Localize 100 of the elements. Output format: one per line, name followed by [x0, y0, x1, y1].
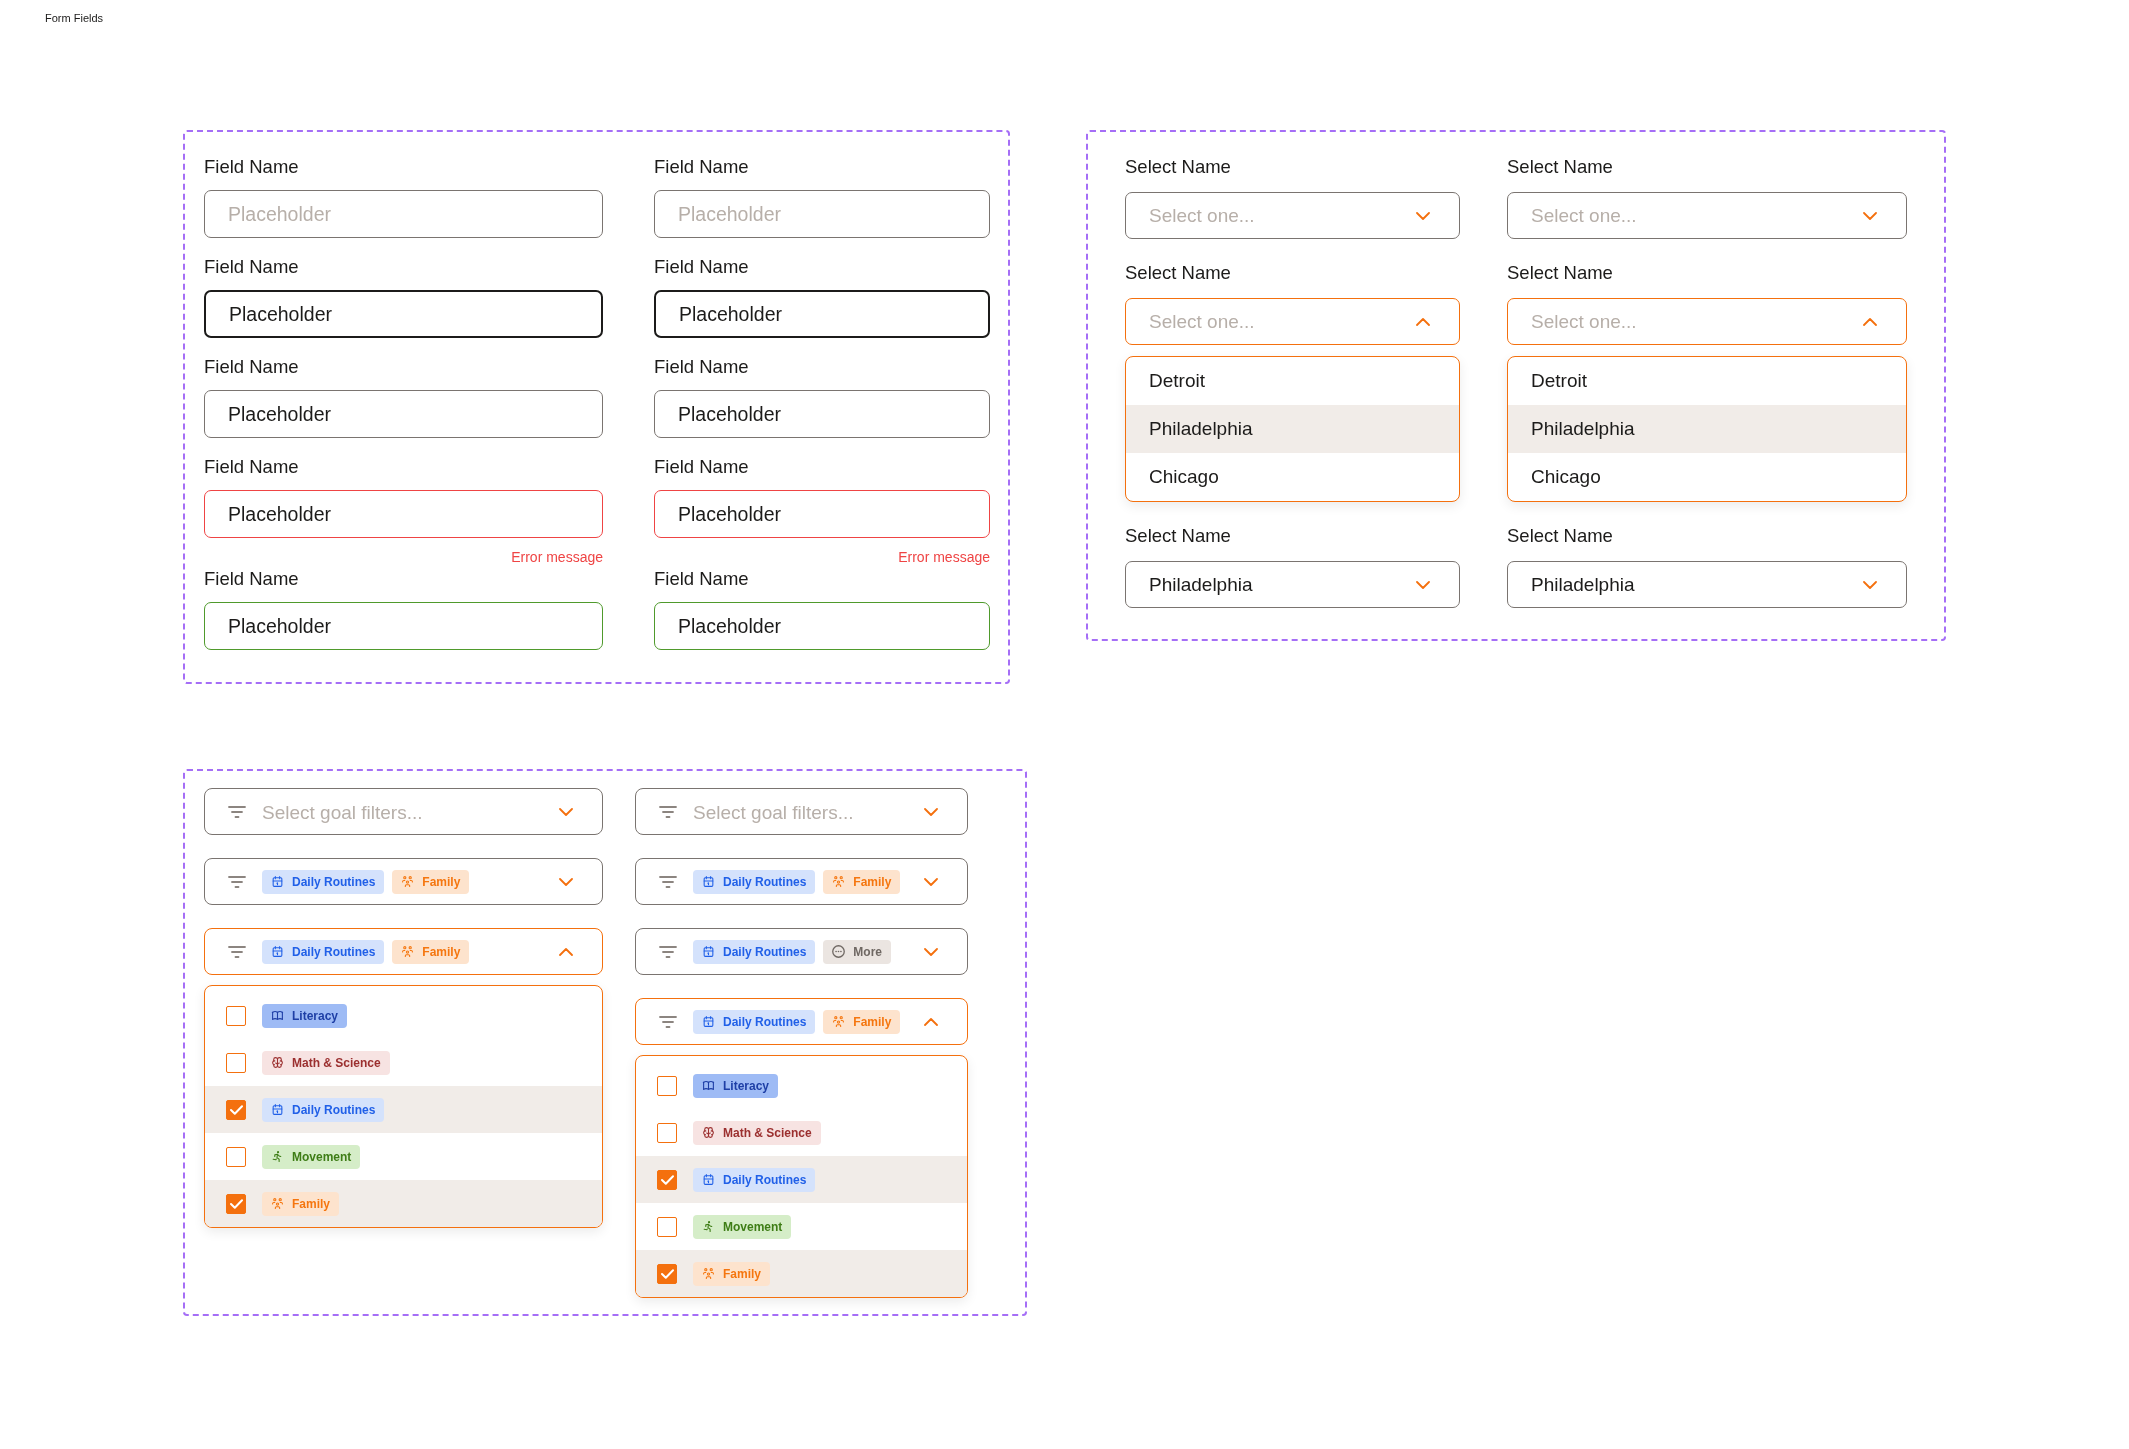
page-title: Form Fields — [45, 11, 104, 25]
filter-select[interactable]: Daily Routines More — [635, 928, 968, 975]
checkbox[interactable] — [226, 1193, 246, 1214]
field-label: Field Name — [204, 155, 299, 179]
check-icon — [229, 1104, 243, 1115]
highlighted-row[interactable]: Daily Routines — [636, 1156, 967, 1203]
people-group-icon — [832, 1015, 846, 1028]
select-field[interactable]: Philadelphia — [1125, 561, 1460, 608]
open-book-icon — [271, 1009, 284, 1022]
filter-icon — [659, 805, 677, 818]
dropdown-option[interactable]: Detroit — [1508, 357, 1906, 405]
dots-circle-icon — [832, 945, 846, 958]
tag-label: Math & Science — [723, 1125, 812, 1140]
text-input[interactable]: Placeholder — [654, 602, 990, 650]
checkbox[interactable] — [226, 1052, 246, 1073]
checkbox[interactable] — [657, 1263, 677, 1284]
dropdown-option[interactable]: Chicago — [1508, 453, 1906, 501]
checkbox[interactable] — [226, 1099, 246, 1120]
text-input[interactable]: Placeholder — [204, 390, 603, 438]
calendar-icon — [271, 945, 284, 958]
text-input[interactable]: Placeholder — [204, 190, 603, 238]
brain-icon — [702, 1126, 715, 1139]
select-label: Select Name — [1125, 155, 1231, 179]
people-group-icon — [702, 1267, 715, 1280]
filter-select[interactable]: Daily Routines Family — [204, 858, 603, 905]
filter-icon — [228, 805, 246, 818]
text-input[interactable]: Placeholder — [654, 390, 990, 438]
select-label: Select Name — [1125, 261, 1231, 285]
filter-icon — [228, 875, 246, 888]
calendar-icon — [702, 945, 715, 958]
text-input[interactable]: Placeholder — [204, 602, 603, 650]
field-label: Field Name — [204, 567, 299, 591]
checkbox[interactable] — [657, 1216, 677, 1237]
text-input[interactable]: Placeholder — [204, 490, 603, 538]
tag-label: Daily Routines — [723, 1172, 807, 1187]
dropdown-option[interactable]: Chicago — [1126, 453, 1459, 501]
chevron-down-icon — [559, 877, 573, 886]
open-book-icon — [702, 1079, 715, 1092]
field-label: Field Name — [654, 155, 749, 179]
running-person-icon — [702, 1220, 715, 1233]
field-label: Field Name — [204, 455, 299, 479]
chevron-down-icon — [1416, 211, 1430, 220]
filter-icon — [659, 945, 677, 958]
check-icon — [660, 1174, 674, 1185]
calendar-icon — [702, 1015, 715, 1028]
tag-label: More — [853, 944, 883, 959]
filter-select[interactable]: Daily Routines Family — [635, 858, 968, 905]
error-message: Error message — [898, 548, 990, 566]
check-icon — [660, 1268, 674, 1279]
chevron-down-icon — [1863, 580, 1877, 589]
text-input[interactable]: Placeholder — [204, 290, 603, 338]
dropdown-option[interactable]: Philadelphia — [1508, 405, 1906, 453]
filter-select[interactable]: Daily Routines Family — [635, 998, 968, 1045]
field-label: Field Name — [654, 255, 749, 279]
calendar-icon — [702, 1173, 715, 1186]
select-label: Select Name — [1125, 524, 1231, 548]
highlighted-row[interactable]: Daily Routines — [205, 1086, 602, 1133]
tag-label: Daily Routines — [723, 944, 807, 959]
tag-label: Daily Routines — [292, 1102, 376, 1117]
tag-label: Family — [422, 944, 461, 959]
checkbox[interactable] — [226, 1005, 246, 1026]
calendar-icon — [271, 875, 284, 888]
chevron-up-icon — [559, 947, 573, 956]
dropdown-option[interactable]: Detroit — [1126, 357, 1459, 405]
tag-label: Family — [853, 1014, 892, 1029]
chevron-up-icon — [1863, 317, 1877, 326]
tag-label: Daily Routines — [723, 1014, 807, 1029]
tag-label: Family — [422, 874, 461, 889]
dropdown-option[interactable]: Philadelphia — [1126, 405, 1459, 453]
select-label: Select Name — [1507, 155, 1613, 179]
text-input[interactable]: Placeholder — [654, 290, 990, 338]
tag-label: Daily Routines — [723, 874, 807, 889]
text-input[interactable]: Placeholder — [654, 490, 990, 538]
tag-label: Literacy — [292, 1008, 339, 1023]
brain-icon — [271, 1056, 284, 1069]
chevron-down-icon — [924, 947, 938, 956]
checkbox[interactable] — [226, 1146, 246, 1167]
tag-label: Family — [723, 1266, 761, 1281]
filter-icon — [659, 875, 677, 888]
tag-label: Family — [292, 1196, 330, 1211]
chevron-down-icon — [559, 807, 573, 816]
people-group-icon — [832, 875, 846, 888]
filter-icon — [659, 1015, 677, 1028]
field-label: Field Name — [654, 355, 749, 379]
checkbox[interactable] — [657, 1075, 677, 1096]
checkbox[interactable] — [657, 1122, 677, 1143]
chevron-down-icon — [1863, 211, 1877, 220]
people-group-icon — [401, 875, 415, 888]
calendar-icon — [271, 1103, 284, 1116]
filter-icon — [228, 945, 246, 958]
field-label: Field Name — [204, 355, 299, 379]
checkbox[interactable] — [657, 1169, 677, 1190]
select-label: Select Name — [1507, 524, 1613, 548]
people-group-icon — [271, 1197, 284, 1210]
text-input[interactable]: Placeholder — [654, 190, 990, 238]
select-field[interactable]: Philadelphia — [1507, 561, 1907, 608]
chevron-down-icon — [924, 807, 938, 816]
chevron-down-icon — [924, 877, 938, 886]
filter-select[interactable]: Daily Routines Family — [204, 928, 603, 975]
chevron-down-icon — [1416, 580, 1430, 589]
